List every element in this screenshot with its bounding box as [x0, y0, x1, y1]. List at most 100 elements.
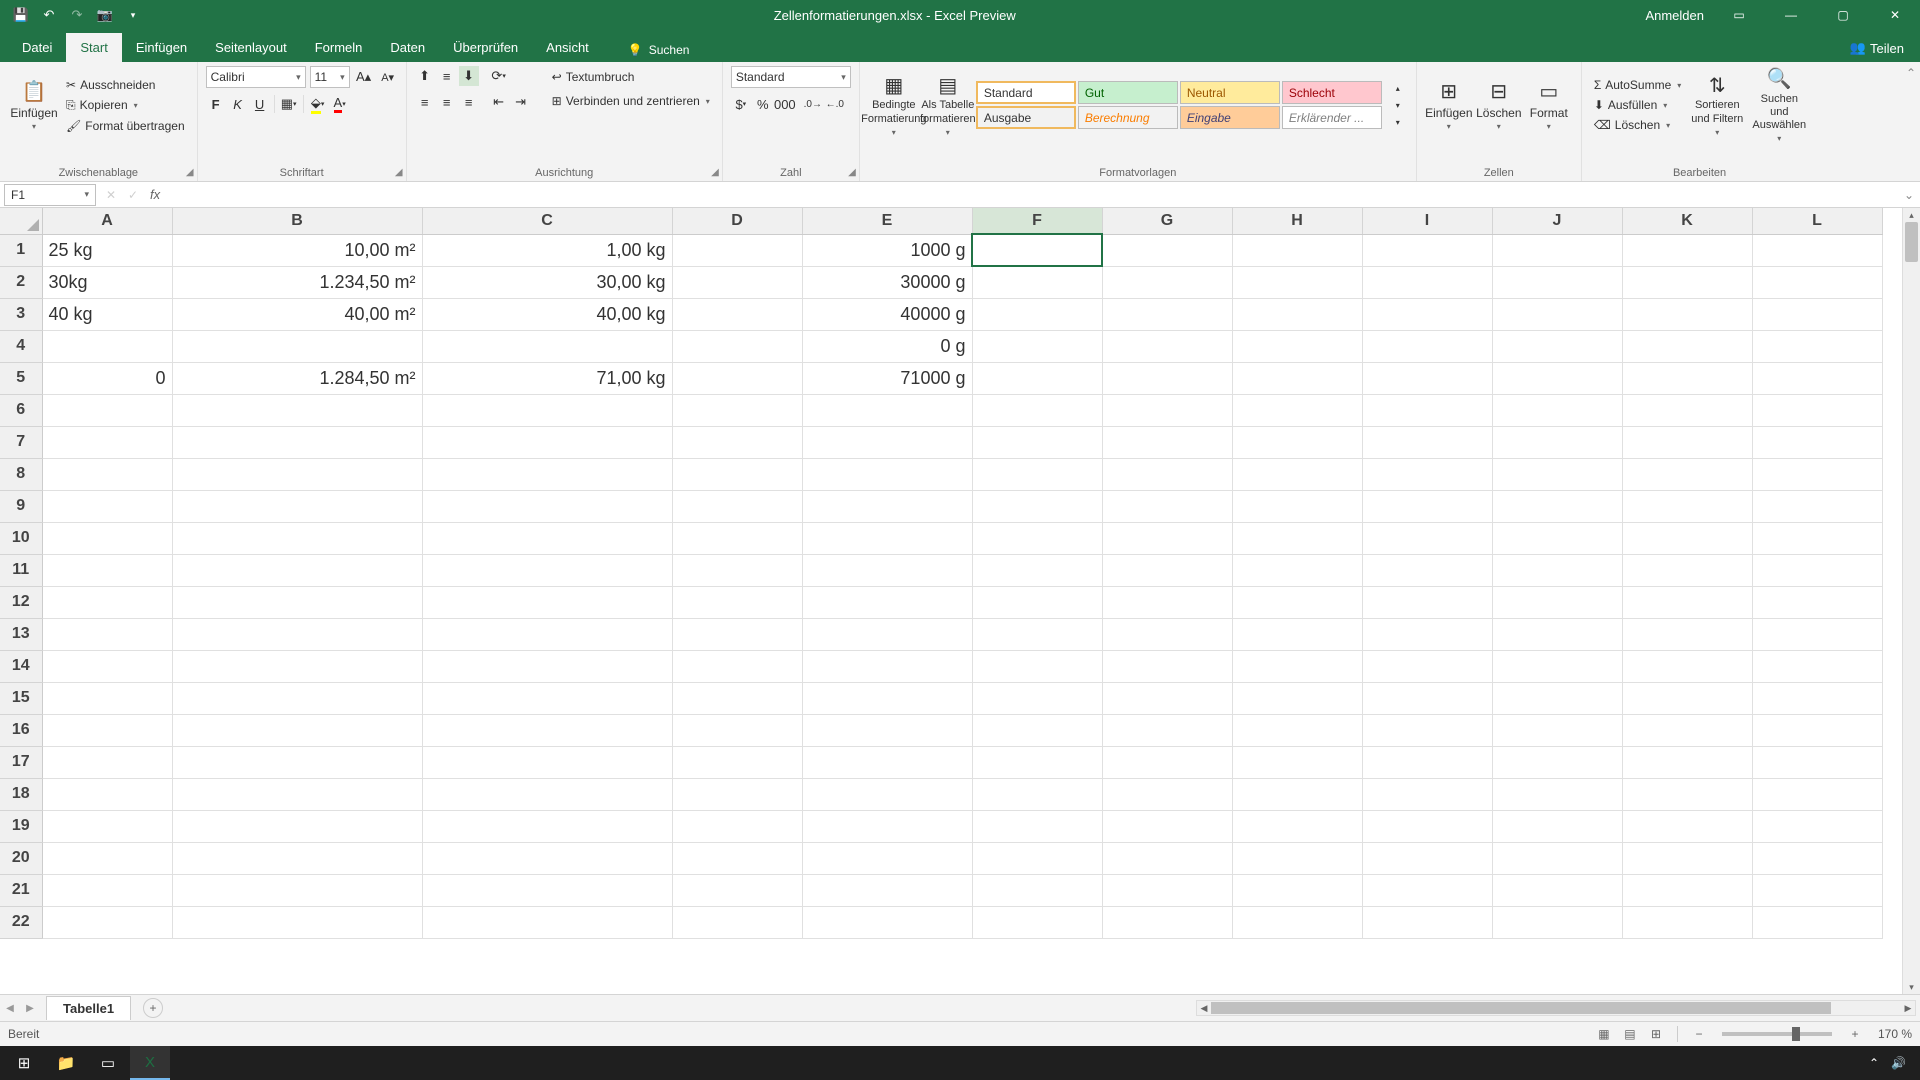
cell[interactable]	[42, 906, 172, 938]
camera-icon[interactable]: 📷	[94, 4, 116, 26]
cell[interactable]	[972, 298, 1102, 330]
cell[interactable]	[1362, 522, 1492, 554]
system-tray[interactable]: ⌃ 🔊	[1869, 1056, 1916, 1070]
cell[interactable]	[1752, 298, 1882, 330]
cell-style-ausgabe[interactable]: Ausgabe	[976, 106, 1076, 129]
tab-start[interactable]: Start	[66, 33, 121, 62]
cell[interactable]	[1362, 778, 1492, 810]
row-header[interactable]: 9	[0, 490, 42, 522]
copy-button[interactable]: ⎘Kopieren▾	[62, 96, 189, 115]
cell[interactable]	[672, 650, 802, 682]
column-header[interactable]: A	[42, 208, 172, 234]
cell[interactable]	[1362, 586, 1492, 618]
tab-insert[interactable]: Einfügen	[122, 33, 201, 62]
cell[interactable]: 0 g	[802, 330, 972, 362]
cell[interactable]	[672, 522, 802, 554]
cell[interactable]	[1102, 490, 1232, 522]
cell[interactable]	[1752, 394, 1882, 426]
undo-icon[interactable]: ↶	[38, 4, 60, 26]
cell-style-berechnung[interactable]: Berechnung	[1078, 106, 1178, 129]
row-header[interactable]: 17	[0, 746, 42, 778]
cell[interactable]	[1752, 810, 1882, 842]
cell-style-erklaerender[interactable]: Erklärender ...	[1282, 106, 1382, 129]
cell[interactable]	[422, 650, 672, 682]
cell[interactable]	[802, 746, 972, 778]
cell[interactable]	[1492, 234, 1622, 266]
cell[interactable]	[802, 554, 972, 586]
cell[interactable]	[1622, 394, 1752, 426]
cell[interactable]	[1102, 842, 1232, 874]
cell[interactable]: 40,00 kg	[422, 298, 672, 330]
scroll-down-icon[interactable]: ▾	[1903, 980, 1920, 994]
tab-view[interactable]: Ansicht	[532, 33, 603, 62]
cell[interactable]	[422, 522, 672, 554]
share-button[interactable]: 👥 Teilen	[1844, 34, 1910, 62]
cell[interactable]	[42, 394, 172, 426]
cell[interactable]	[42, 810, 172, 842]
cell[interactable]	[1102, 714, 1232, 746]
autosum-button[interactable]: ΣAutoSumme▾	[1590, 76, 1685, 94]
format-as-table-button[interactable]: ▤ Als Tabelle formatieren ▾	[922, 71, 974, 138]
cell[interactable]	[1362, 458, 1492, 490]
cell[interactable]	[172, 394, 422, 426]
column-header[interactable]: D	[672, 208, 802, 234]
maximize-icon[interactable]: ▢	[1826, 0, 1860, 30]
cell[interactable]	[972, 266, 1102, 298]
cell[interactable]	[1102, 554, 1232, 586]
cell[interactable]	[1752, 554, 1882, 586]
orientation-icon[interactable]: ⟳▾	[489, 66, 509, 86]
cell[interactable]	[1492, 874, 1622, 906]
cell[interactable]	[802, 458, 972, 490]
sheet-nav-first-icon[interactable]: ◀	[0, 998, 20, 1018]
cell[interactable]: 1.284,50 m²	[172, 362, 422, 394]
font-size-combo[interactable]: 11▾	[310, 66, 350, 88]
cell[interactable]	[422, 554, 672, 586]
sheet-tab[interactable]: Tabelle1	[46, 996, 131, 1020]
column-header[interactable]: L	[1752, 208, 1882, 234]
cell[interactable]	[1752, 778, 1882, 810]
cell[interactable]	[42, 458, 172, 490]
font-color-icon[interactable]: A▾	[330, 94, 350, 114]
cell[interactable]	[1492, 778, 1622, 810]
cell[interactable]	[972, 426, 1102, 458]
cell[interactable]	[1622, 554, 1752, 586]
cell[interactable]	[42, 490, 172, 522]
insert-cells-button[interactable]: ⊞Einfügen▾	[1425, 78, 1473, 133]
cell[interactable]	[802, 586, 972, 618]
cell[interactable]	[1362, 746, 1492, 778]
cell[interactable]	[1102, 330, 1232, 362]
volume-icon[interactable]: 🔊	[1891, 1056, 1906, 1070]
accounting-format-icon[interactable]: $▾	[731, 94, 751, 114]
row-header[interactable]: 2	[0, 266, 42, 298]
cell[interactable]	[972, 650, 1102, 682]
row-header[interactable]: 5	[0, 362, 42, 394]
cell[interactable]	[1622, 682, 1752, 714]
scroll-up-icon[interactable]: ▴	[1903, 208, 1920, 222]
cell[interactable]	[672, 234, 802, 266]
cell[interactable]	[672, 618, 802, 650]
collapse-ribbon-icon[interactable]: ⌃	[1902, 62, 1920, 181]
new-sheet-button[interactable]: +	[143, 998, 163, 1018]
column-header[interactable]: B	[172, 208, 422, 234]
cell[interactable]	[422, 778, 672, 810]
row-header[interactable]: 16	[0, 714, 42, 746]
row-header[interactable]: 1	[0, 234, 42, 266]
cell[interactable]	[972, 682, 1102, 714]
cell[interactable]	[422, 714, 672, 746]
cell[interactable]	[1492, 458, 1622, 490]
cell[interactable]	[1492, 522, 1622, 554]
column-header[interactable]: E	[802, 208, 972, 234]
cell[interactable]	[1102, 362, 1232, 394]
file-explorer-icon[interactable]: 📁	[46, 1046, 86, 1080]
start-menu-icon[interactable]: ⊞	[4, 1046, 44, 1080]
cell[interactable]	[1622, 906, 1752, 938]
cell[interactable]	[802, 490, 972, 522]
cell[interactable]	[1622, 522, 1752, 554]
cell[interactable]	[1102, 650, 1232, 682]
cell[interactable]	[172, 906, 422, 938]
cell[interactable]	[1232, 522, 1362, 554]
format-painter-button[interactable]: 🖌Format übertragen	[62, 117, 189, 135]
zoom-out-icon[interactable]: −	[1688, 1025, 1710, 1043]
column-header[interactable]: K	[1622, 208, 1752, 234]
cell[interactable]	[1622, 586, 1752, 618]
